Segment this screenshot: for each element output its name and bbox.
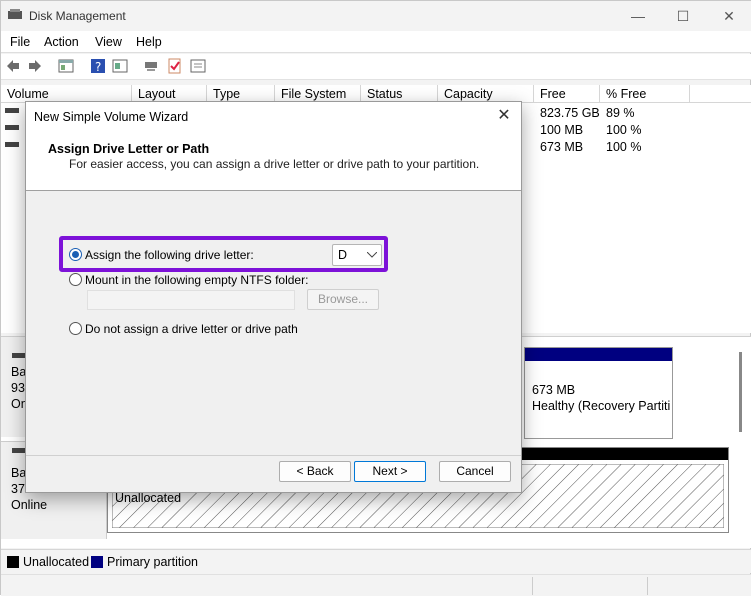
window-title: Disk Management bbox=[29, 9, 126, 23]
primary-partition-bar bbox=[525, 348, 672, 361]
scrollbar-thumb[interactable] bbox=[739, 352, 742, 432]
menu-action[interactable]: Action bbox=[44, 35, 79, 49]
volume-icon bbox=[5, 125, 19, 130]
properties-icon[interactable] bbox=[112, 58, 128, 74]
disk-1-status: Online bbox=[11, 498, 48, 512]
partition-status: Healthy (Recovery Partitic bbox=[532, 399, 670, 413]
volume-icon bbox=[5, 142, 19, 147]
close-icon[interactable]: ✕ bbox=[495, 107, 513, 125]
new-simple-volume-wizard: New Simple Volume Wizard ✕ Assign Drive … bbox=[25, 101, 522, 493]
menu-help[interactable]: Help bbox=[136, 35, 162, 49]
connect-icon[interactable] bbox=[143, 58, 159, 74]
free-space-cell: 673 MB bbox=[540, 140, 584, 154]
status-divider bbox=[532, 577, 533, 595]
recovery-partition[interactable]: 673 MB Healthy (Recovery Partitic bbox=[524, 347, 673, 439]
col-free-space[interactable]: Free Spa... bbox=[534, 85, 600, 119]
legend-unallocated: Unallocated bbox=[23, 555, 90, 569]
no-letter-label: Do not assign a drive letter or drive pa… bbox=[85, 322, 298, 336]
unallocated-label: Unallocated bbox=[115, 491, 182, 505]
checklist-icon[interactable] bbox=[167, 58, 183, 74]
back-button[interactable]: < Back bbox=[279, 461, 351, 482]
menu-bar: File Action View Help bbox=[1, 31, 751, 53]
volume-icon bbox=[5, 108, 19, 113]
forward-arrow-icon[interactable] bbox=[27, 58, 43, 74]
col-percent-free[interactable]: % Free bbox=[600, 85, 690, 103]
drive-letter-value: D bbox=[338, 248, 348, 262]
percent-free-cell: 89 % bbox=[606, 106, 635, 120]
help-icon[interactable]: ? bbox=[90, 58, 106, 74]
unallocated-swatch bbox=[7, 556, 19, 568]
legend-bar: Unallocated Primary partition bbox=[1, 549, 751, 573]
disk-management-icon bbox=[8, 9, 22, 19]
minimize-icon[interactable]: — bbox=[618, 5, 658, 27]
percent-free-cell: 100 % bbox=[606, 123, 642, 137]
dialog-title-bar: New Simple Volume Wizard ✕ bbox=[26, 102, 521, 132]
no-letter-radio[interactable] bbox=[69, 322, 82, 335]
legend-primary: Primary partition bbox=[107, 555, 198, 569]
mount-folder-label: Mount in the following empty NTFS folder… bbox=[85, 273, 309, 287]
dialog-heading: Assign Drive Letter or Path bbox=[48, 142, 210, 156]
cancel-button[interactable]: Cancel bbox=[439, 461, 511, 482]
footer-divider bbox=[26, 455, 521, 456]
primary-swatch bbox=[91, 556, 103, 568]
folder-path-input[interactable] bbox=[87, 290, 295, 310]
drive-letter-dropdown[interactable]: D bbox=[332, 244, 382, 266]
console-tree-icon[interactable] bbox=[58, 58, 74, 74]
free-space-cell: 100 MB bbox=[540, 123, 584, 137]
back-arrow-icon[interactable] bbox=[5, 58, 21, 74]
dialog-header: Assign Drive Letter or Path For easier a… bbox=[26, 132, 521, 191]
assign-letter-label: Assign the following drive letter: bbox=[85, 248, 254, 262]
status-divider bbox=[647, 577, 648, 595]
dialog-title: New Simple Volume Wizard bbox=[34, 110, 189, 124]
status-bar bbox=[1, 574, 751, 596]
maximize-icon[interactable]: ☐ bbox=[663, 5, 703, 27]
assign-letter-radio[interactable] bbox=[69, 248, 82, 261]
disk-icon bbox=[12, 448, 26, 453]
disk-icon bbox=[12, 353, 26, 358]
settings-panel-icon[interactable] bbox=[190, 58, 206, 74]
free-space-cell: 823.75 GB bbox=[540, 106, 600, 120]
menu-view[interactable]: View bbox=[95, 35, 122, 49]
close-icon[interactable]: ✕ bbox=[709, 5, 749, 27]
toolbar: ? bbox=[1, 54, 751, 80]
percent-free-cell: 100 % bbox=[606, 140, 642, 154]
partition-size: 673 MB bbox=[532, 383, 576, 397]
mount-folder-radio[interactable] bbox=[69, 273, 82, 286]
browse-button[interactable]: Browse... bbox=[307, 289, 379, 310]
svg-text:?: ? bbox=[95, 60, 101, 74]
chevron-down-icon bbox=[367, 252, 377, 258]
menu-file[interactable]: File bbox=[10, 35, 30, 49]
next-button[interactable]: Next > bbox=[354, 461, 426, 482]
title-bar: Disk Management — ☐ ✕ bbox=[1, 1, 751, 31]
dialog-subheading: For easier access, you can assign a driv… bbox=[69, 157, 480, 171]
